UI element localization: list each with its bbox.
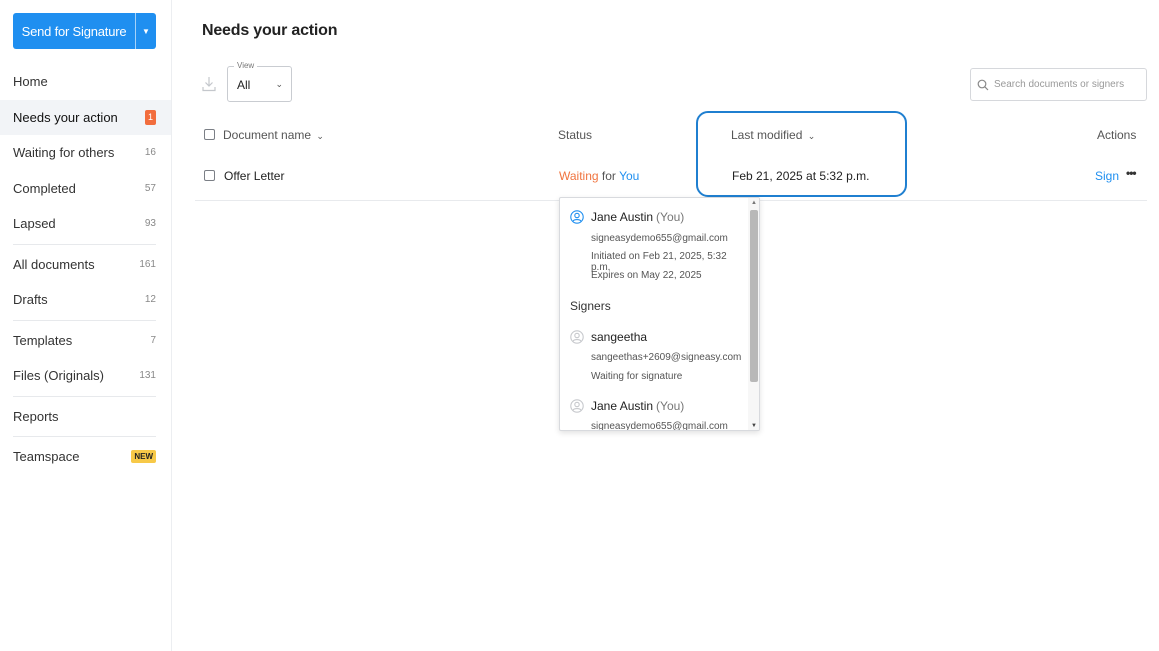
owner-you-tag: (You) xyxy=(656,210,685,224)
owner-email: signeasydemo655@gmail.com xyxy=(591,233,728,244)
sidebar-item-drafts[interactable]: Drafts 12 xyxy=(0,282,171,318)
sidebar-item-label: Teamspace xyxy=(13,449,80,465)
signer-row: sangeetha xyxy=(570,330,647,344)
sidebar-divider xyxy=(13,243,156,245)
chevron-down-icon: ⌄ xyxy=(316,131,324,141)
signer-row: Jane Austin (You) xyxy=(570,399,684,413)
signers-heading: Signers xyxy=(570,299,611,313)
sidebar-nav: Home Needs your action 1 Waiting for oth… xyxy=(0,64,171,475)
sidebar-item-label: Files (Originals) xyxy=(13,368,105,384)
signer-you-tag: (You) xyxy=(656,399,685,413)
sidebar-item-label: Lapsed xyxy=(13,216,56,232)
sidebar-item-label: All documents xyxy=(13,256,95,272)
more-options-icon[interactable]: ••• xyxy=(1126,166,1137,180)
status-popover: Jane Austin (You) signeasydemo655@gmail.… xyxy=(559,197,760,431)
signer-name: sangeetha xyxy=(591,330,648,344)
document-name[interactable]: Offer Letter xyxy=(224,169,284,183)
last-modified-highlight xyxy=(696,111,907,197)
scrollbar-thumb[interactable] xyxy=(750,210,758,382)
send-options-caret-icon[interactable]: ▼ xyxy=(136,13,156,49)
new-badge: NEW xyxy=(131,450,156,464)
column-header-actions: Actions xyxy=(1097,128,1137,142)
select-all-checkbox[interactable] xyxy=(204,129,215,140)
search-box[interactable] xyxy=(970,68,1147,101)
sidebar-item-templates[interactable]: Templates 7 xyxy=(0,323,171,359)
sidebar-item-reports[interactable]: Reports xyxy=(0,399,171,435)
view-filter-select[interactable]: View All ⌄ xyxy=(227,61,292,102)
download-icon[interactable] xyxy=(202,76,216,92)
send-for-signature-button[interactable]: Send for Signature ▼ xyxy=(13,13,156,49)
sidebar-item-home[interactable]: Home xyxy=(0,64,171,100)
sidebar-item-count: 161 xyxy=(139,258,156,270)
signer-email: sangeethas+2609@signeasy.com xyxy=(591,352,742,363)
search-icon xyxy=(977,79,989,90)
scroll-up-icon[interactable]: ▲ xyxy=(751,200,757,206)
sidebar-divider xyxy=(13,436,156,437)
search-input[interactable] xyxy=(994,79,1134,90)
sidebar-item-label: Needs your action xyxy=(13,109,118,125)
sidebar-item-files-originals[interactable]: Files (Originals) 131 xyxy=(0,358,171,394)
sidebar-item-label: Completed xyxy=(13,180,76,196)
send-for-signature-label[interactable]: Send for Signature xyxy=(13,13,136,49)
sidebar-item-count: 57 xyxy=(144,182,156,194)
sidebar-item-label: Reports xyxy=(13,408,59,424)
sidebar-item-count: 12 xyxy=(144,294,156,306)
sidebar-divider xyxy=(13,319,156,321)
signer-email: signeasydemo655@gmail.com xyxy=(591,421,728,431)
user-icon xyxy=(570,210,584,224)
column-header-status: Status xyxy=(558,128,593,142)
status-waiting-text: Waiting xyxy=(559,169,599,183)
sidebar-item-label: Home xyxy=(13,74,48,90)
view-filter-legend: View xyxy=(234,61,258,70)
document-status[interactable]: Waiting for You xyxy=(559,169,639,183)
sidebar-item-teamspace[interactable]: Teamspace NEW xyxy=(0,439,171,475)
signer-name: Jane Austin xyxy=(591,399,654,413)
expires-date: Expires on May 22, 2025 xyxy=(591,270,702,281)
sign-button[interactable]: Sign xyxy=(1095,169,1119,183)
sidebar-item-label: Templates xyxy=(13,332,73,348)
view-filter-value: All xyxy=(237,78,251,92)
sidebar-item-count: 16 xyxy=(144,147,156,159)
sidebar-item-lapsed[interactable]: Lapsed 93 xyxy=(0,206,171,242)
sidebar-item-needs-your-action[interactable]: Needs your action 1 xyxy=(0,99,171,135)
user-icon xyxy=(570,399,584,413)
action-count-badge: 1 xyxy=(145,109,156,125)
sidebar-item-label: Drafts xyxy=(13,292,48,308)
sidebar-item-label: Waiting for others xyxy=(13,145,115,161)
sidebar-item-all-documents[interactable]: All documents 161 xyxy=(0,247,171,283)
status-for-text: for xyxy=(601,169,616,183)
sidebar: Send for Signature ▼ Home Needs your act… xyxy=(0,0,172,651)
sidebar-item-waiting-for-others[interactable]: Waiting for others 16 xyxy=(0,135,171,171)
sidebar-item-completed[interactable]: Completed 57 xyxy=(0,171,171,207)
status-popover-content: Jane Austin (You) signeasydemo655@gmail.… xyxy=(560,198,748,431)
status-you-text: You xyxy=(619,169,640,183)
sidebar-item-count: 93 xyxy=(144,218,156,230)
sidebar-divider xyxy=(13,395,156,397)
page-title: Needs your action xyxy=(202,22,338,39)
sidebar-item-count: 7 xyxy=(150,334,156,346)
column-header-label: Document name xyxy=(223,128,312,142)
column-header-document-name[interactable]: Document name ⌄ xyxy=(223,128,324,142)
user-icon xyxy=(570,330,584,344)
chevron-down-icon: ⌄ xyxy=(275,79,283,89)
signer-status: Waiting for signature xyxy=(591,371,683,382)
popover-scrollbar[interactable]: ▲ ▼ xyxy=(748,198,759,430)
row-checkbox[interactable] xyxy=(204,170,215,181)
sidebar-item-count: 131 xyxy=(139,370,156,382)
owner-name: Jane Austin xyxy=(591,210,654,224)
scroll-down-icon[interactable]: ▼ xyxy=(751,423,757,429)
owner-row: Jane Austin (You) xyxy=(570,210,684,224)
